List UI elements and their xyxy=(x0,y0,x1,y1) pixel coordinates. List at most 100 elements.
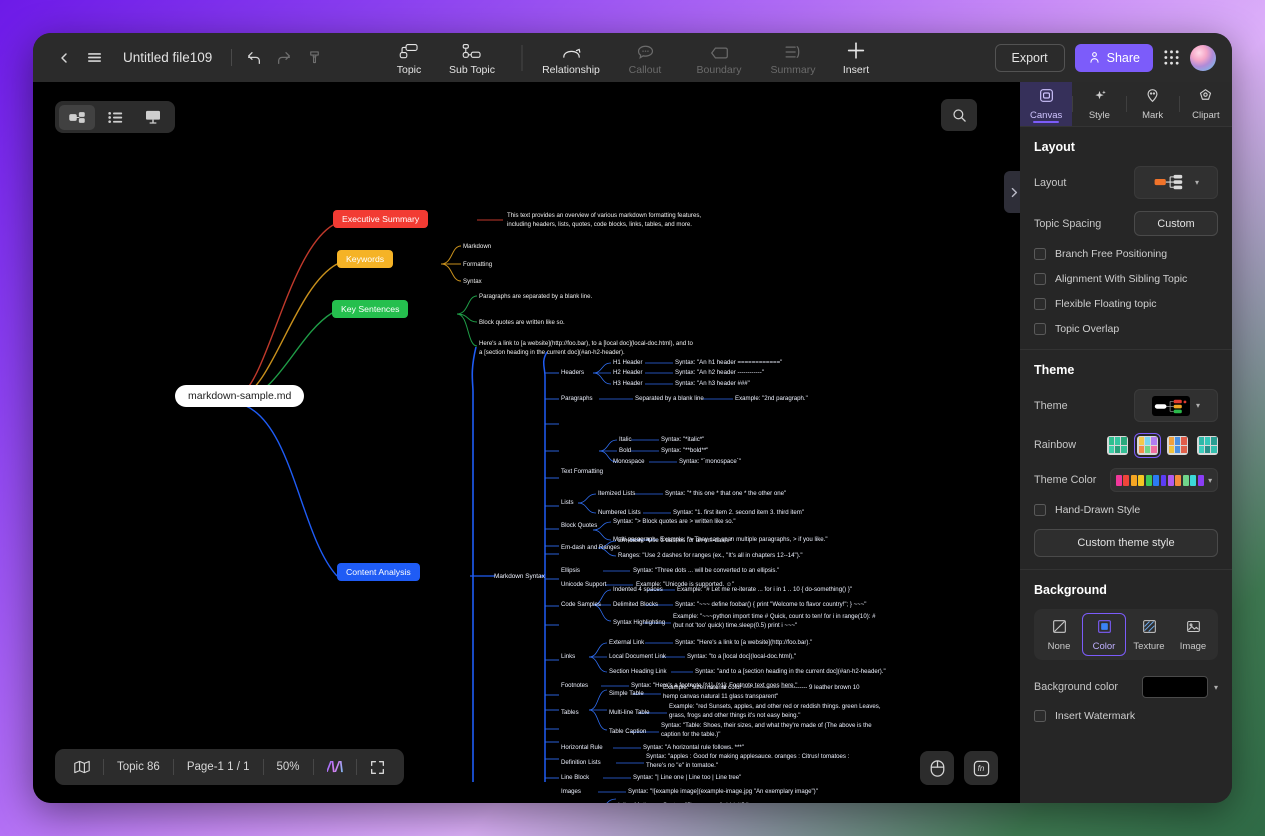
tool-callout[interactable]: Callout xyxy=(608,39,682,76)
mindmap-node-content-analysis[interactable]: Content Analysis xyxy=(337,563,420,581)
checkbox-branch-free-positioning[interactable]: Branch Free Positioning xyxy=(1034,248,1218,260)
syntax-child-label[interactable]: H1 Header xyxy=(613,359,642,368)
syntax-child-label[interactable]: Delimited Blocks xyxy=(613,601,658,610)
syntax-child-detail[interactable]: Syntax: "An h1 header ============" xyxy=(675,359,782,368)
syntax-child-detail[interactable]: Syntax: "An h3 header ###" xyxy=(675,380,750,389)
export-button[interactable]: Export xyxy=(994,43,1065,72)
syntax-child-label[interactable]: Itemized Lists xyxy=(598,490,635,499)
syntax-topic-label[interactable]: Em-dash and Ranges xyxy=(561,544,620,553)
topic-count[interactable]: Topic 86 xyxy=(104,749,173,785)
syntax-child-label[interactable]: Monospace xyxy=(613,458,645,467)
search-icon[interactable] xyxy=(941,99,977,131)
mindmap-node-markdown-syntax[interactable]: Markdown Syntax xyxy=(494,572,545,581)
background-mode-color[interactable]: Color xyxy=(1082,613,1126,656)
syntax-child-detail[interactable]: Syntax: "*italic*" xyxy=(661,436,704,445)
syntax-child-label[interactable]: Syntax: "> Block quotes are > written li… xyxy=(613,518,736,527)
view-mode-outline[interactable] xyxy=(97,105,133,130)
syntax-child-label[interactable]: Em-dash: "Use 3 dashes for an em-dash." xyxy=(618,537,732,546)
chevron-right-icon[interactable] xyxy=(1004,171,1020,213)
layout-selector[interactable]: ▾ xyxy=(1134,166,1218,199)
mindmap-leaf[interactable]: Here's a link to [a website](http://foo.… xyxy=(479,340,699,358)
syntax-child-detail[interactable]: Syntax: "and to a [section heading in th… xyxy=(695,668,886,677)
topic-spacing-button[interactable]: Custom xyxy=(1134,211,1218,236)
tool-relationship[interactable]: Relationship xyxy=(534,39,608,76)
share-button[interactable]: Share xyxy=(1074,43,1153,72)
syntax-child-detail[interactable]: Syntax: "to a [local doc](local-doc.html… xyxy=(687,653,796,662)
avatar[interactable] xyxy=(1190,44,1216,71)
mindmap-leaf[interactable]: Block quotes are written like so. xyxy=(479,319,565,328)
syntax-child-label[interactable]: Local Document Link xyxy=(609,653,666,662)
syntax-topic-label[interactable]: Horizontal Rule xyxy=(561,744,603,753)
syntax-topic-label[interactable]: Line Block xyxy=(561,774,589,783)
syntax-child-label[interactable]: Syntax: "Three dots ... will be converte… xyxy=(633,567,779,576)
syntax-child-label[interactable]: Syntax: "| Line one | Line too | Line tr… xyxy=(633,774,741,783)
syntax-child-detail[interactable]: Example: "size material color ---- -----… xyxy=(663,684,895,702)
syntax-child-detail[interactable]: Syntax: "$\omega = d\phi / dt$." xyxy=(663,802,748,803)
mindmap-node-executive-summary[interactable]: Executive Summary xyxy=(333,210,429,228)
fn-shortcut-icon[interactable]: fn xyxy=(964,751,998,785)
page-indicator[interactable]: Page-1 1 / 1 xyxy=(174,749,263,785)
syntax-topic-label[interactable]: Lists xyxy=(561,499,574,508)
syntax-child-label[interactable]: Bold xyxy=(619,447,631,456)
syntax-child-label[interactable]: H3 Header xyxy=(613,380,642,389)
syntax-child-detail[interactable]: Example: "# Let me re-iterate ... for i … xyxy=(677,586,852,595)
mindmap-leaf[interactable]: Syntax xyxy=(463,278,482,287)
mindmap-node-keywords[interactable]: Keywords xyxy=(337,250,394,268)
syntax-child-detail[interactable]: Syntax: "~~~ define foobar() { print "We… xyxy=(675,601,866,610)
syntax-child-label[interactable]: Syntax: "A horizontal rule follows. ***" xyxy=(643,744,744,753)
syntax-child-label[interactable]: Ranges: "Use 2 dashes for ranges (ex., "… xyxy=(618,552,803,561)
syntax-child-label[interactable]: Syntax Highlighting xyxy=(613,619,665,628)
mindmap-diagram[interactable]: markdown-sample.md Executive Summary Key… xyxy=(33,82,1020,803)
syntax-child-detail[interactable]: Syntax: "**bold**" xyxy=(661,447,708,456)
syntax-child-label[interactable]: Separated by a blank line xyxy=(635,395,704,404)
syntax-child-label[interactable]: Indented 4 spaces xyxy=(613,586,663,595)
format-painter-icon[interactable] xyxy=(299,43,329,73)
tool-sub-topic[interactable]: Sub Topic xyxy=(435,39,509,76)
syntax-topic-label[interactable]: Tables xyxy=(561,709,579,718)
syntax-topic-label[interactable]: Images xyxy=(561,788,581,797)
tab-style[interactable]: Style xyxy=(1073,82,1125,126)
syntax-child-label[interactable]: Section Heading Link xyxy=(609,668,667,677)
checkbox-flexible-floating-topic[interactable]: Flexible Floating topic xyxy=(1034,298,1218,310)
app-grid-icon[interactable] xyxy=(1163,49,1180,66)
mindmap-leaf[interactable]: Formatting xyxy=(463,261,492,270)
syntax-child-label[interactable]: Table Caption xyxy=(609,728,646,737)
ai-assistant-icon[interactable]: /\/\ xyxy=(314,749,357,785)
syntax-topic-label[interactable]: Text Formatting xyxy=(561,468,603,477)
redo-icon[interactable] xyxy=(269,43,299,73)
syntax-child-detail[interactable]: Syntax: "An h2 header ------------" xyxy=(675,369,764,378)
syntax-topic-label[interactable]: Ellipsis xyxy=(561,567,580,576)
syntax-topic-label[interactable]: Headers xyxy=(561,369,584,378)
syntax-child-label[interactable]: H2 Header xyxy=(613,369,642,378)
syntax-child-label[interactable]: Numbered Lists xyxy=(598,509,641,518)
view-mode-mindmap[interactable] xyxy=(59,104,95,130)
custom-theme-style-button[interactable]: Custom theme style xyxy=(1034,529,1218,557)
hamburger-menu-icon[interactable] xyxy=(79,43,109,73)
mindmap-root-node[interactable]: markdown-sample.md xyxy=(175,385,305,407)
tool-topic[interactable]: Topic xyxy=(383,39,435,76)
tab-clipart[interactable]: Clipart xyxy=(1180,82,1232,126)
syntax-topic-label[interactable]: Paragraphs xyxy=(561,395,593,404)
syntax-child-label[interactable]: External Link xyxy=(609,639,644,648)
mindmap-leaf[interactable]: Paragraphs are separated by a blank line… xyxy=(479,293,592,302)
undo-icon[interactable] xyxy=(239,43,269,73)
syntax-child-label[interactable]: Inline Math xyxy=(618,802,648,803)
tab-mark[interactable]: Mark xyxy=(1127,82,1179,126)
syntax-child-detail[interactable]: Example: "2nd paragraph." xyxy=(735,395,808,404)
syntax-child-detail[interactable]: Syntax: "Table: Shoes, their sizes, and … xyxy=(661,722,887,740)
rainbow-swatch-1[interactable] xyxy=(1107,435,1128,455)
syntax-topic-label[interactable]: Definition Lists xyxy=(561,759,601,768)
background-mode-texture[interactable]: Texture xyxy=(1128,613,1170,656)
rainbow-swatch-2[interactable] xyxy=(1134,432,1161,458)
rainbow-swatch-4[interactable] xyxy=(1197,435,1218,455)
mindmap-leaf[interactable]: This text provides an overview of variou… xyxy=(507,212,722,230)
syntax-child-label[interactable]: Multi-line Table xyxy=(609,709,650,718)
mouse-mode-icon[interactable] xyxy=(920,751,954,785)
mindmap-leaf[interactable]: Markdown xyxy=(463,243,491,252)
tab-canvas[interactable]: Canvas xyxy=(1020,82,1073,126)
background-mode-none[interactable]: None xyxy=(1038,613,1080,656)
tool-summary[interactable]: Summary xyxy=(756,39,830,76)
mindmap-node-key-sentences[interactable]: Key Sentences xyxy=(332,300,409,318)
map-overview-icon[interactable] xyxy=(61,749,103,785)
background-mode-image[interactable]: Image xyxy=(1172,613,1214,656)
